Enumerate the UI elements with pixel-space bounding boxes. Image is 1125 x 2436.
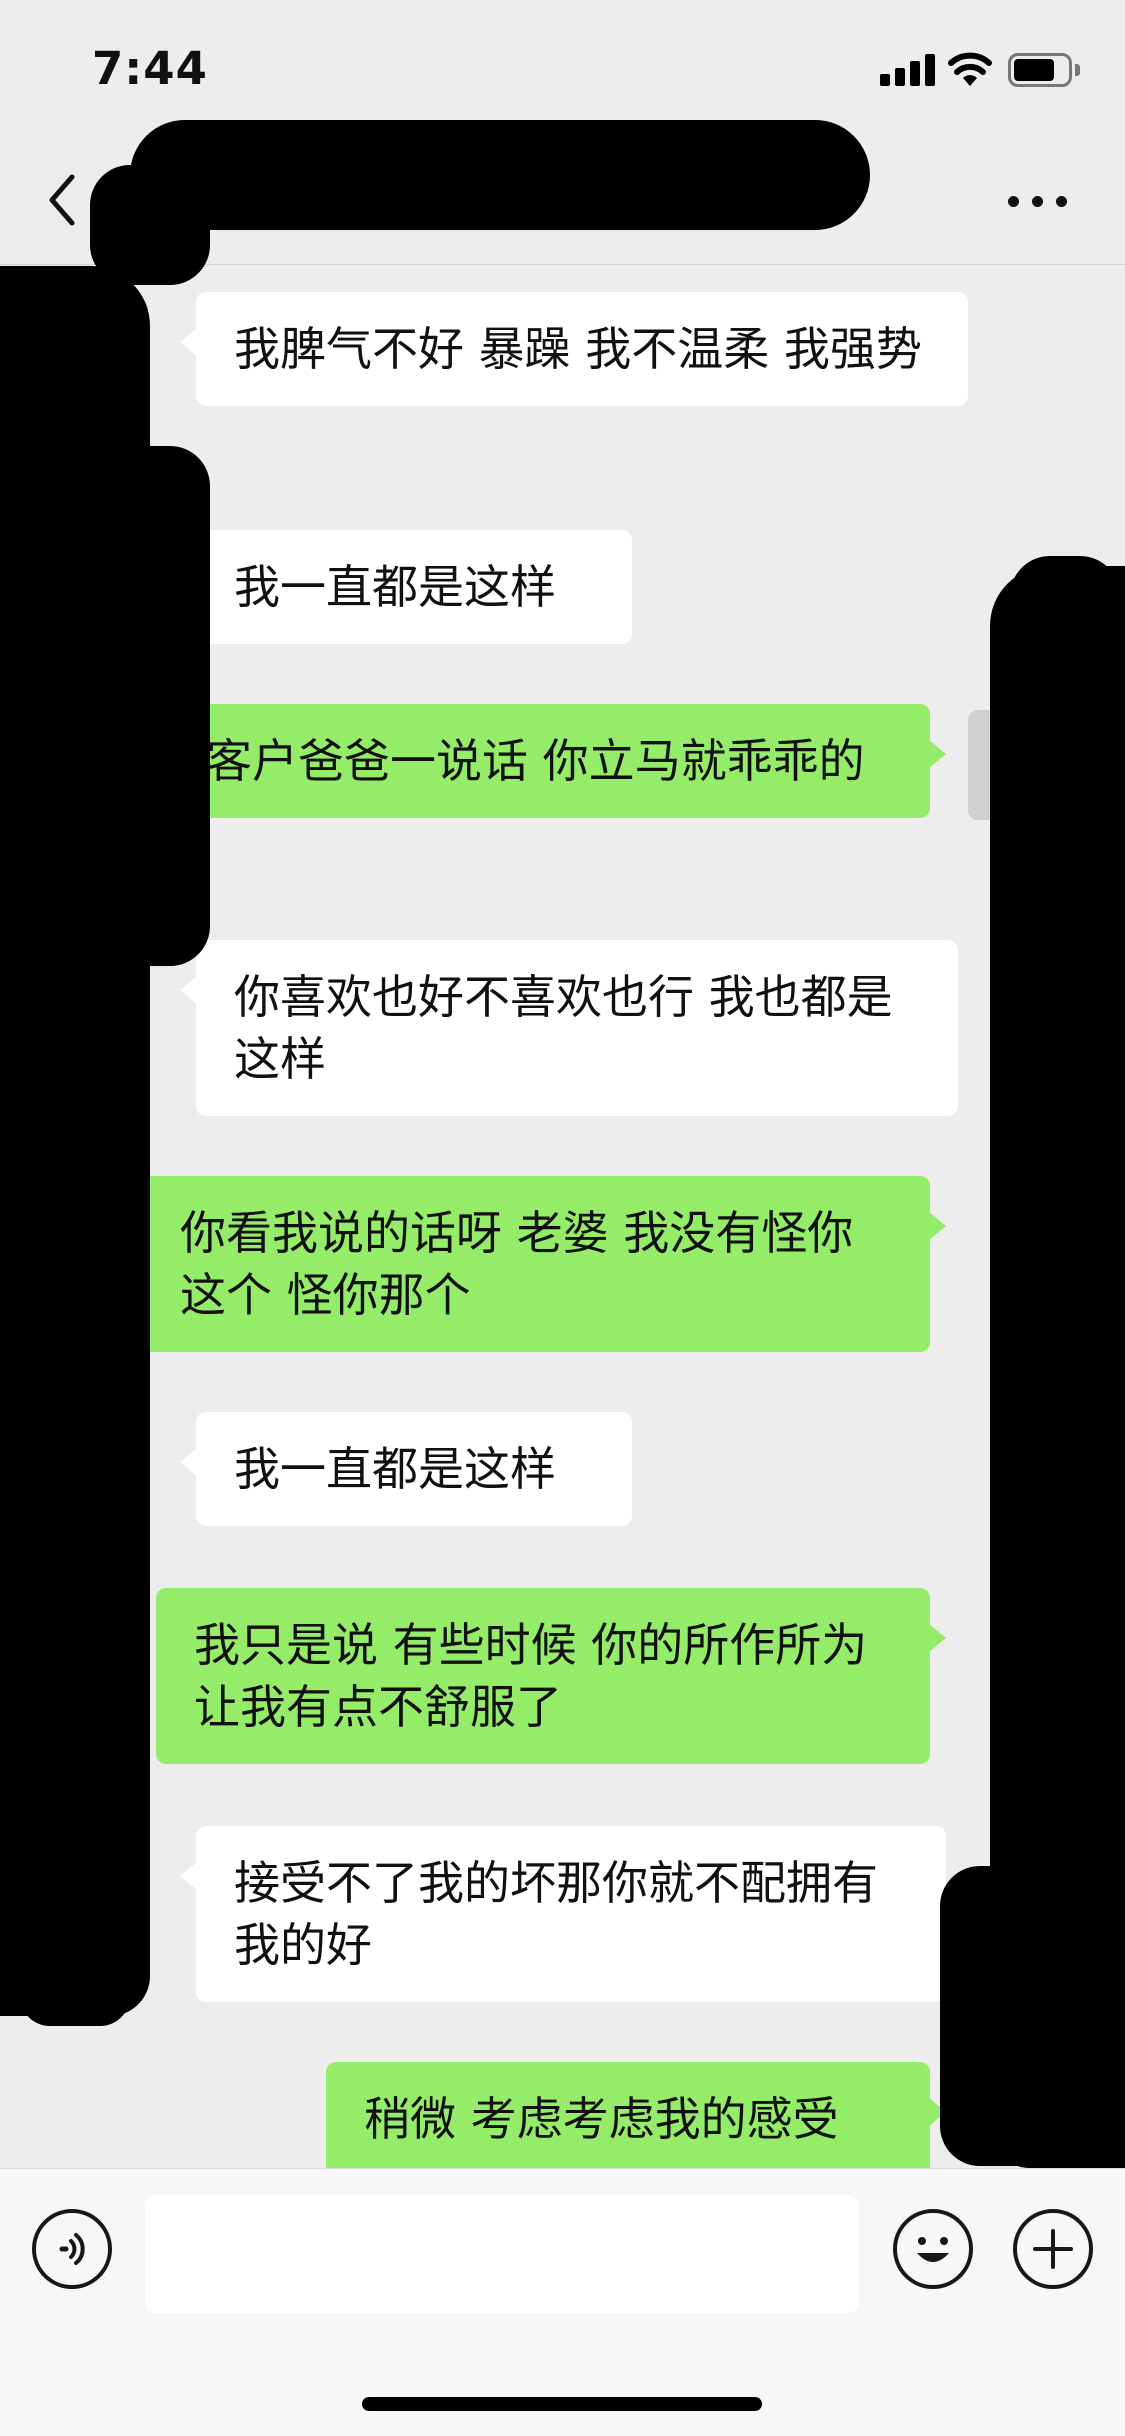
ellipsis-icon[interactable] bbox=[1008, 187, 1072, 217]
message-bubble[interactable]: 我只是说 有些时候 你的所作所为 让我有点不舒服了 bbox=[156, 1588, 946, 1764]
message-incoming: 我一直都是这样 bbox=[180, 530, 632, 644]
message-incoming: 接受不了我的坏那你就不配拥有我的好 bbox=[180, 1826, 946, 2002]
message-bubble[interactable]: 你看我说的话呀 老婆 我没有怪你这个 怪你那个 bbox=[142, 1176, 946, 1352]
message-bubble[interactable]: 稍微 考虑考虑我的感受 bbox=[326, 2062, 946, 2168]
message-incoming: 我一直都是这样 bbox=[180, 1412, 632, 1526]
status-time: 7:44 bbox=[92, 42, 208, 95]
home-indicator[interactable] bbox=[362, 2397, 762, 2411]
cellular-signal-icon bbox=[880, 54, 936, 86]
message-outgoing: 稍微 考虑考虑我的感受 bbox=[326, 2062, 946, 2168]
message-input[interactable] bbox=[145, 2195, 859, 2313]
emoji-icon bbox=[917, 2237, 949, 2262]
voice-icon bbox=[59, 2233, 85, 2265]
message-incoming: 你喜欢也好不喜欢也行 我也都是这样 bbox=[180, 940, 958, 1116]
chevron-left-icon[interactable] bbox=[40, 165, 90, 235]
message-bubble[interactable]: 你喜欢也好不喜欢也行 我也都是这样 bbox=[180, 940, 958, 1116]
wifi-icon bbox=[948, 52, 992, 86]
input-bar bbox=[0, 2168, 1125, 2436]
message-list[interactable]: 我脾气不好 暴躁 我不温柔 我强势 我一直都是这样 客户爸爸一说话 你立马就乖乖… bbox=[0, 266, 1125, 2168]
message-incoming: 我脾气不好 暴躁 我不温柔 我强势 bbox=[180, 292, 968, 406]
message-bubble[interactable]: 接受不了我的坏那你就不配拥有我的好 bbox=[180, 1826, 946, 2002]
message-bubble[interactable]: 我脾气不好 暴躁 我不温柔 我强势 bbox=[180, 292, 968, 406]
plus-icon bbox=[1033, 2229, 1073, 2269]
battery-icon bbox=[1008, 53, 1080, 87]
redaction-mark bbox=[20, 1466, 130, 2026]
message-outgoing: 我只是说 有些时候 你的所作所为 让我有点不舒服了 bbox=[156, 1588, 946, 1764]
redaction-mark bbox=[130, 120, 870, 230]
message-bubble[interactable]: 客户爸爸一说话 你立马就乖乖的 bbox=[168, 704, 946, 818]
message-outgoing: 你看我说的话呀 老婆 我没有怪你这个 怪你那个 bbox=[142, 1176, 946, 1352]
redaction-mark bbox=[1010, 556, 1120, 676]
redaction-mark bbox=[60, 446, 210, 966]
message-outgoing: 客户爸爸一说话 你立马就乖乖的 bbox=[168, 704, 946, 818]
message-bubble[interactable]: 我一直都是这样 bbox=[180, 1412, 632, 1526]
redaction-mark bbox=[90, 165, 210, 285]
status-bar: 7:44 bbox=[0, 0, 1125, 135]
voice-button[interactable] bbox=[32, 2209, 112, 2289]
redaction-mark bbox=[940, 1866, 1070, 2166]
message-bubble[interactable]: 我一直都是这样 bbox=[180, 530, 632, 644]
plus-button[interactable] bbox=[1013, 2209, 1093, 2289]
emoji-button[interactable] bbox=[893, 2209, 973, 2289]
